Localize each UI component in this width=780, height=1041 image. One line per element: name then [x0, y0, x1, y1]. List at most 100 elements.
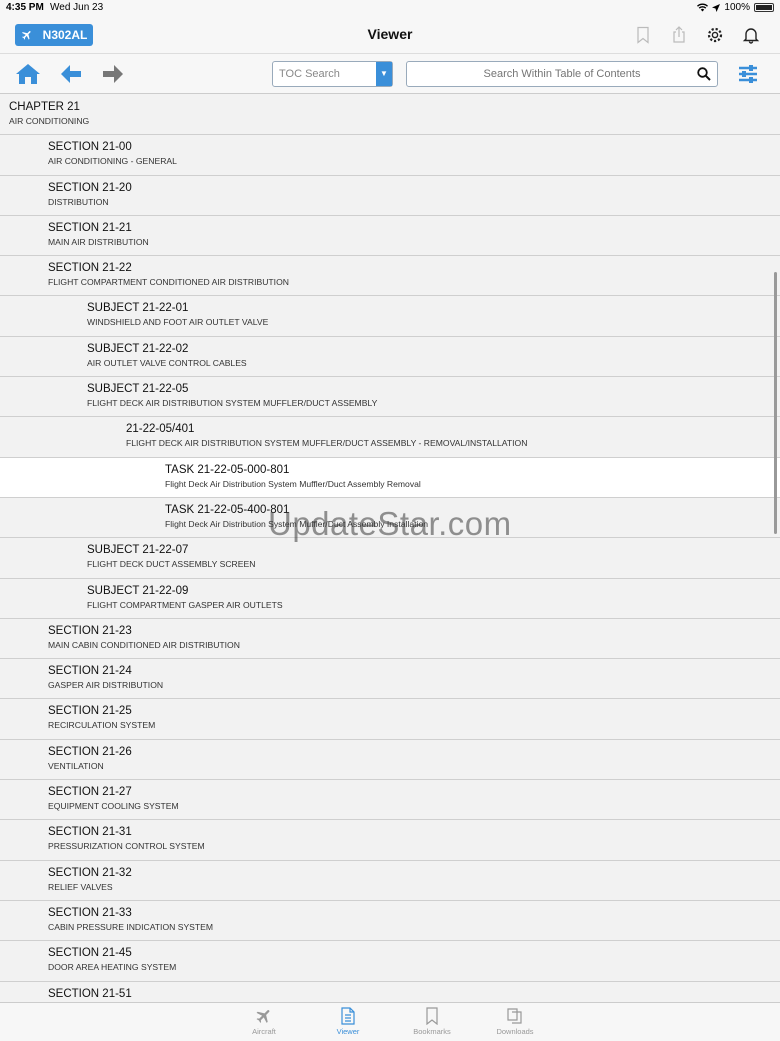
toc-row-title: SECTION 21-31 — [48, 826, 132, 839]
toc-row-title: SUBJECT 21-22-07 — [87, 544, 189, 557]
bell-icon[interactable] — [742, 26, 760, 44]
toc-row-title: SECTION 21-27 — [48, 786, 132, 799]
home-icon[interactable] — [15, 62, 41, 86]
toc-row-title: 21-22-05/401 — [126, 423, 195, 436]
toc-row-subtitle: FLIGHT DECK AIR DISTRIBUTION SYSTEM MUFF… — [87, 398, 378, 409]
toc-row-subtitle: GASPER AIR DISTRIBUTION — [48, 680, 164, 691]
toc-search-field[interactable] — [406, 61, 718, 87]
toc-row-title: SUBJECT 21-22-05 — [87, 383, 189, 396]
bookmark-icon[interactable] — [634, 26, 652, 44]
toc-row-title: SECTION 21-24 — [48, 665, 132, 678]
toc-row-title: SECTION 21-33 — [48, 906, 132, 919]
toc-row[interactable]: TASK 21-22-05-000-801 Flight Deck Air Dis… — [0, 457, 780, 498]
bookmarks-icon — [426, 1007, 438, 1025]
toc-row-title: SECTION 21-23 — [48, 624, 132, 637]
toc-row-title: SUBJECT 21-22-09 — [87, 584, 189, 597]
toc-row-subtitle: FLIGHT DECK DUCT ASSEMBLY SCREEN — [87, 559, 256, 570]
toc-row-title: SECTION 21-22 — [48, 262, 132, 275]
toc-row-subtitle: WINDSHIELD AND FOOT AIR OUTLET VALVE — [87, 317, 269, 328]
nav-actions — [634, 26, 760, 44]
toc-row[interactable]: SECTION 21-20 DISTRIBUTION — [0, 175, 780, 216]
toc-row-title: SECTION 21-51 — [48, 987, 132, 1000]
back-arrow-icon[interactable] — [58, 62, 84, 86]
toc-row[interactable]: SECTION 21-51 — [0, 981, 780, 1002]
toc-row-subtitle: DOOR AREA HEATING SYSTEM — [48, 962, 177, 973]
toc-row-subtitle: PRESSURIZATION CONTROL SYSTEM — [48, 841, 205, 852]
toc-row[interactable]: SECTION 21-23 MAIN CABIN CONDITIONED AIR … — [0, 618, 780, 660]
toc-row-subtitle: VENTILATION — [48, 760, 104, 771]
tab-bar: Aircraft Viewer Bookmarks Downloads — [0, 1002, 780, 1041]
navigation-bar: N302AL Viewer — [0, 16, 780, 54]
toc-row[interactable]: SECTION 21-22 FLIGHT COMPARTMENT CONDITIO… — [0, 256, 780, 297]
airplane-icon — [256, 1010, 270, 1023]
toc-row[interactable]: CHAPTER 21 AIR CONDITIONING — [0, 95, 780, 136]
filter-sliders-icon[interactable] — [737, 62, 759, 86]
toc-row-title: SECTION 21-45 — [48, 947, 132, 960]
toc-row-title: TASK 21-22-05-000-801 — [165, 463, 290, 476]
status-time: 4:35 PM — [6, 2, 44, 13]
toc-row-title: SUBJECT 21-22-02 — [87, 342, 189, 355]
toc-row[interactable]: SECTION 21-24 GASPER AIR DISTRIBUTION — [0, 659, 780, 700]
toc-row-subtitle: RELIEF VALVES — [48, 881, 113, 892]
toc-row[interactable]: SUBJECT 21-22-01 WINDSHIELD AND FOOT AIR … — [0, 296, 780, 337]
share-icon[interactable] — [670, 26, 688, 44]
gear-icon[interactable] — [706, 26, 724, 44]
toc-row-title: SECTION 21-00 — [48, 141, 132, 154]
toc-row-subtitle: FLIGHT DECK AIR DISTRIBUTION SYSTEM MUFF… — [126, 438, 528, 449]
chevron-down-icon: ▼ — [376, 62, 392, 86]
toc-row[interactable]: SECTION 21-00 AIR CONDITIONING - GENERAL — [0, 135, 780, 176]
toc-row-title: SECTION 21-26 — [48, 745, 132, 758]
toc-list: CHAPTER 21 AIR CONDITIONING SECTION 21-00 A… — [0, 95, 780, 1002]
tab-aircraft[interactable]: Aircraft — [234, 1007, 294, 1036]
toc-row-subtitle: FLIGHT COMPARTMENT GASPER AIR OUTLETS — [87, 599, 283, 610]
viewer-toolbar: TOC Search ▼ — [0, 54, 780, 94]
toc-row-subtitle: MAIN CABIN CONDITIONED AIR DISTRIBUTION — [48, 639, 240, 650]
toc-row[interactable]: SECTION 21-25 RECIRCULATION SYSTEM — [0, 699, 780, 740]
tab-downloads[interactable]: Downloads — [485, 1007, 545, 1036]
tab-label: Bookmarks — [413, 1027, 451, 1036]
toc-row[interactable]: 21-22-05/401 FLIGHT DECK AIR DISTRIBUTION… — [0, 417, 780, 458]
tab-viewer[interactable]: Viewer — [318, 1007, 378, 1036]
toc-row-title: CHAPTER 21 — [9, 101, 80, 113]
tab-label: Downloads — [496, 1027, 534, 1036]
tab-label: Viewer — [336, 1027, 360, 1036]
toc-row[interactable]: SUBJECT 21-22-09 FLIGHT COMPARTMENT GASPE… — [0, 578, 780, 619]
search-icon[interactable] — [697, 67, 711, 81]
toc-row-subtitle: AIR CONDITIONING — [9, 116, 90, 126]
toc-row-title: SECTION 21-21 — [48, 221, 132, 234]
downloads-icon — [507, 1008, 522, 1024]
toc-row[interactable]: SECTION 21-32 RELIEF VALVES — [0, 860, 780, 901]
toc-row[interactable]: SECTION 21-27 EQUIPMENT COOLING SYSTEM — [0, 780, 780, 821]
toc-row-title: SECTION 21-32 — [48, 866, 132, 879]
toc-row-subtitle: AIR CONDITIONING - GENERAL — [48, 156, 177, 167]
toc-row[interactable]: SUBJECT 21-22-02 AIR OUTLET VALVE CONTROL… — [0, 336, 780, 378]
watermark: UpdateStar.com — [268, 505, 512, 542]
toc-row[interactable]: SECTION 21-45 DOOR AREA HEATING SYSTEM — [0, 941, 780, 982]
toc-row[interactable]: SECTION 21-31 PRESSURIZATION CONTROL SYST… — [0, 820, 780, 861]
toc-select-value: TOC Search — [279, 68, 340, 80]
toc-row-subtitle: CABIN PRESSURE INDICATION SYSTEM — [48, 921, 214, 932]
toc-row-title: SECTION 21-25 — [48, 705, 132, 718]
toc-row-subtitle: AIR OUTLET VALVE CONTROL CABLES — [87, 357, 247, 368]
toc-row[interactable]: SECTION 21-26 VENTILATION — [0, 739, 780, 781]
status-indicators: 100% — [697, 2, 774, 13]
toc-row[interactable]: SUBJECT 21-22-07 FLIGHT DECK DUCT ASSEMBL… — [0, 538, 780, 579]
status-bar: 4:35 PM Wed Jun 23 100% — [0, 0, 780, 16]
toc-row-subtitle: DISTRIBUTION — [48, 196, 109, 207]
toc-row[interactable]: SECTION 21-21 MAIN AIR DISTRIBUTION — [0, 215, 780, 257]
toc-row-subtitle: RECIRCULATION SYSTEM — [48, 720, 156, 731]
battery-percent: 100% — [724, 2, 750, 13]
scrollbar[interactable] — [774, 272, 777, 534]
tab-label: Aircraft — [252, 1027, 276, 1036]
forward-arrow-icon[interactable] — [100, 62, 126, 86]
toc-row[interactable]: SECTION 21-33 CABIN PRESSURE INDICATION S… — [0, 900, 780, 942]
battery-icon — [754, 3, 774, 12]
toc-search-select[interactable]: TOC Search ▼ — [272, 61, 393, 87]
toc-row-subtitle: MAIN AIR DISTRIBUTION — [48, 236, 149, 247]
tab-bookmarks[interactable]: Bookmarks — [402, 1007, 462, 1036]
toc-search-input[interactable] — [427, 68, 697, 80]
toc-row[interactable]: SUBJECT 21-22-05 FLIGHT DECK AIR DISTRIBU… — [0, 377, 780, 418]
toc-row-subtitle: Flight Deck Air Distribution System Muff… — [165, 478, 421, 489]
status-date: Wed Jun 23 — [50, 2, 104, 13]
toc-row-subtitle: FLIGHT COMPARTMENT CONDITIONED AIR DISTR… — [48, 277, 289, 288]
